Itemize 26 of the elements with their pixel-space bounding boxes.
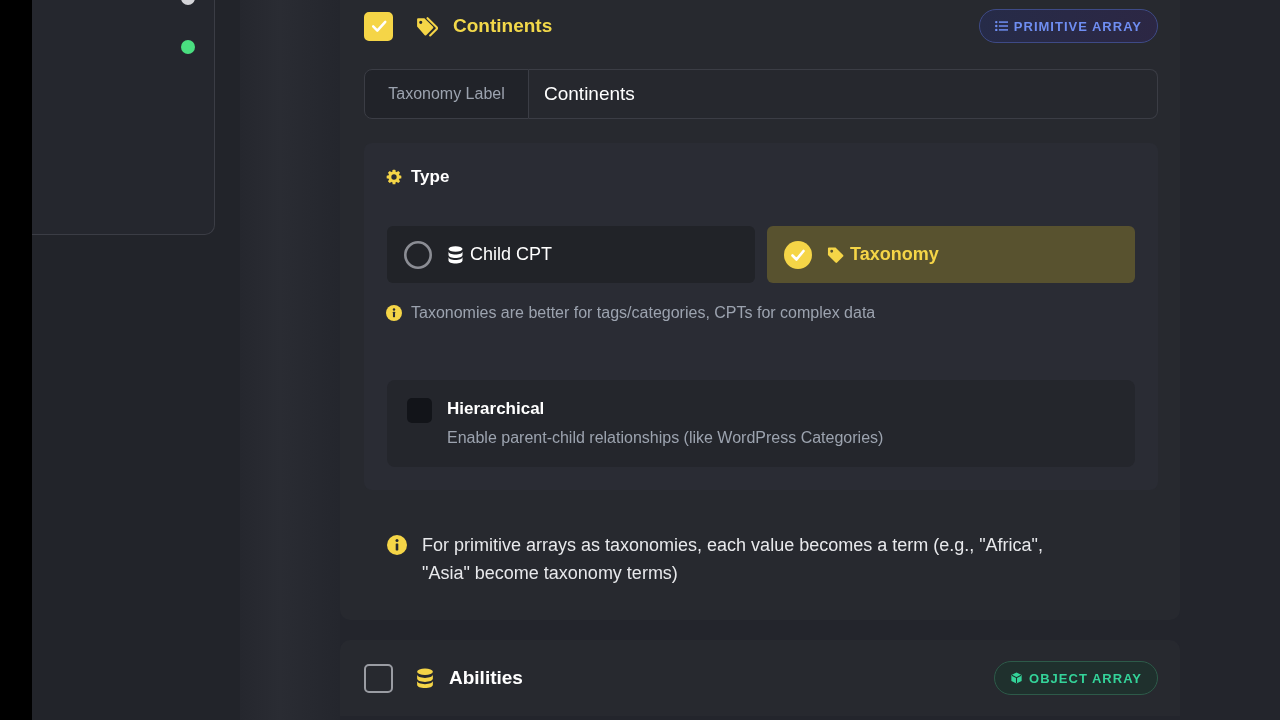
field-title: Continents [453,15,553,37]
badge-label: PRIMITIVE ARRAY [1013,18,1142,34]
type-option[interactable]: Child CPT [387,226,755,283]
checkbox[interactable] [364,11,393,41]
option-description: Enable parent-child relationships (like WordPress Categories) [447,428,884,448]
database-icon [447,245,464,264]
type-option[interactable]: Taxonomy [767,226,1135,283]
hint-text: Taxonomies are better for tags/categories, CPTs for complex data [411,304,876,322]
field-title: Abilities [449,667,523,689]
badge-label: OBJECT ARRAY [1029,670,1142,686]
tag-icon [827,245,844,264]
option-title: Hierarchical [447,398,546,420]
info-icon [386,305,402,321]
field-label: Taxonomy Label [364,69,529,119]
radio-icon [784,240,812,269]
gear-icon [386,169,402,185]
database-icon [416,667,434,689]
tags-icon [415,15,438,37]
text-field[interactable]: Continents [529,69,1158,119]
cube-icon [1010,672,1024,684]
radio-icon [404,240,432,269]
info-icon [387,535,407,555]
info-note: For primitive arrays as taxonomies, each value becomes a term (e.g., "Africa", "Asia" become taxonomy terms) [422,534,1044,585]
checkbox[interactable] [364,663,393,693]
section-title: Type [411,167,450,187]
list-icon [994,20,1008,32]
